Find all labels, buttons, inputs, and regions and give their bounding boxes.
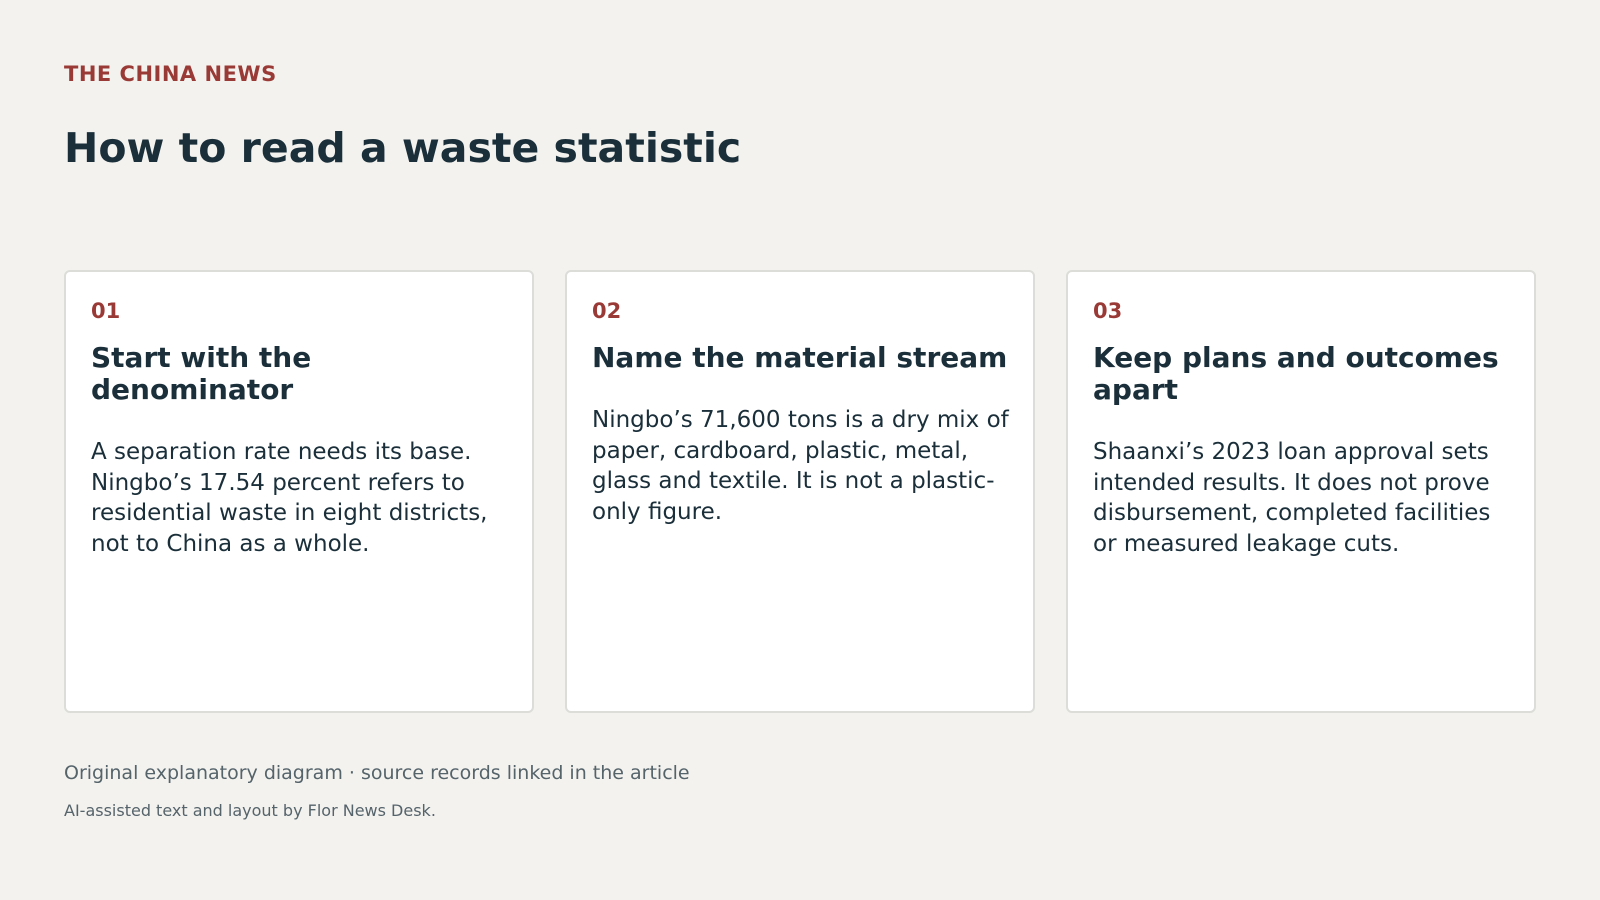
step-number: 01 (91, 299, 121, 323)
page-title: How to read a waste statistic (64, 124, 742, 172)
step-title: Name the material stream (592, 341, 1008, 374)
step-card-3: 03 Keep plans and outcomes apart Shaanxi… (1066, 270, 1536, 713)
step-title: Keep plans and outcomes apart (1093, 341, 1499, 406)
steps-list: 01 Start with the denominator A separati… (64, 270, 1536, 713)
step-description: Shaanxi’s 2023 loan approval sets intend… (1093, 439, 1491, 557)
step-number: 02 (592, 299, 622, 323)
publication-name: THE CHINA NEWS (64, 62, 277, 86)
step-card-1: 01 Start with the denominator A separati… (64, 270, 534, 713)
step-description: Ningbo’s 71,600 tons is a dry mix of pap… (592, 407, 1009, 525)
source-note: Original explanatory diagram · source re… (64, 762, 690, 784)
credit-line: AI-assisted text and layout by Flor News… (64, 801, 436, 820)
step-card-2: 02 Name the material stream Ningbo’s 71,… (565, 270, 1035, 713)
step-description: A separation rate needs its base. Ningbo… (91, 439, 488, 557)
step-title: Start with the denominator (91, 341, 312, 406)
explainer-diagram: THE CHINA NEWS How to read a waste stati… (0, 0, 1600, 900)
step-number: 03 (1093, 299, 1123, 323)
